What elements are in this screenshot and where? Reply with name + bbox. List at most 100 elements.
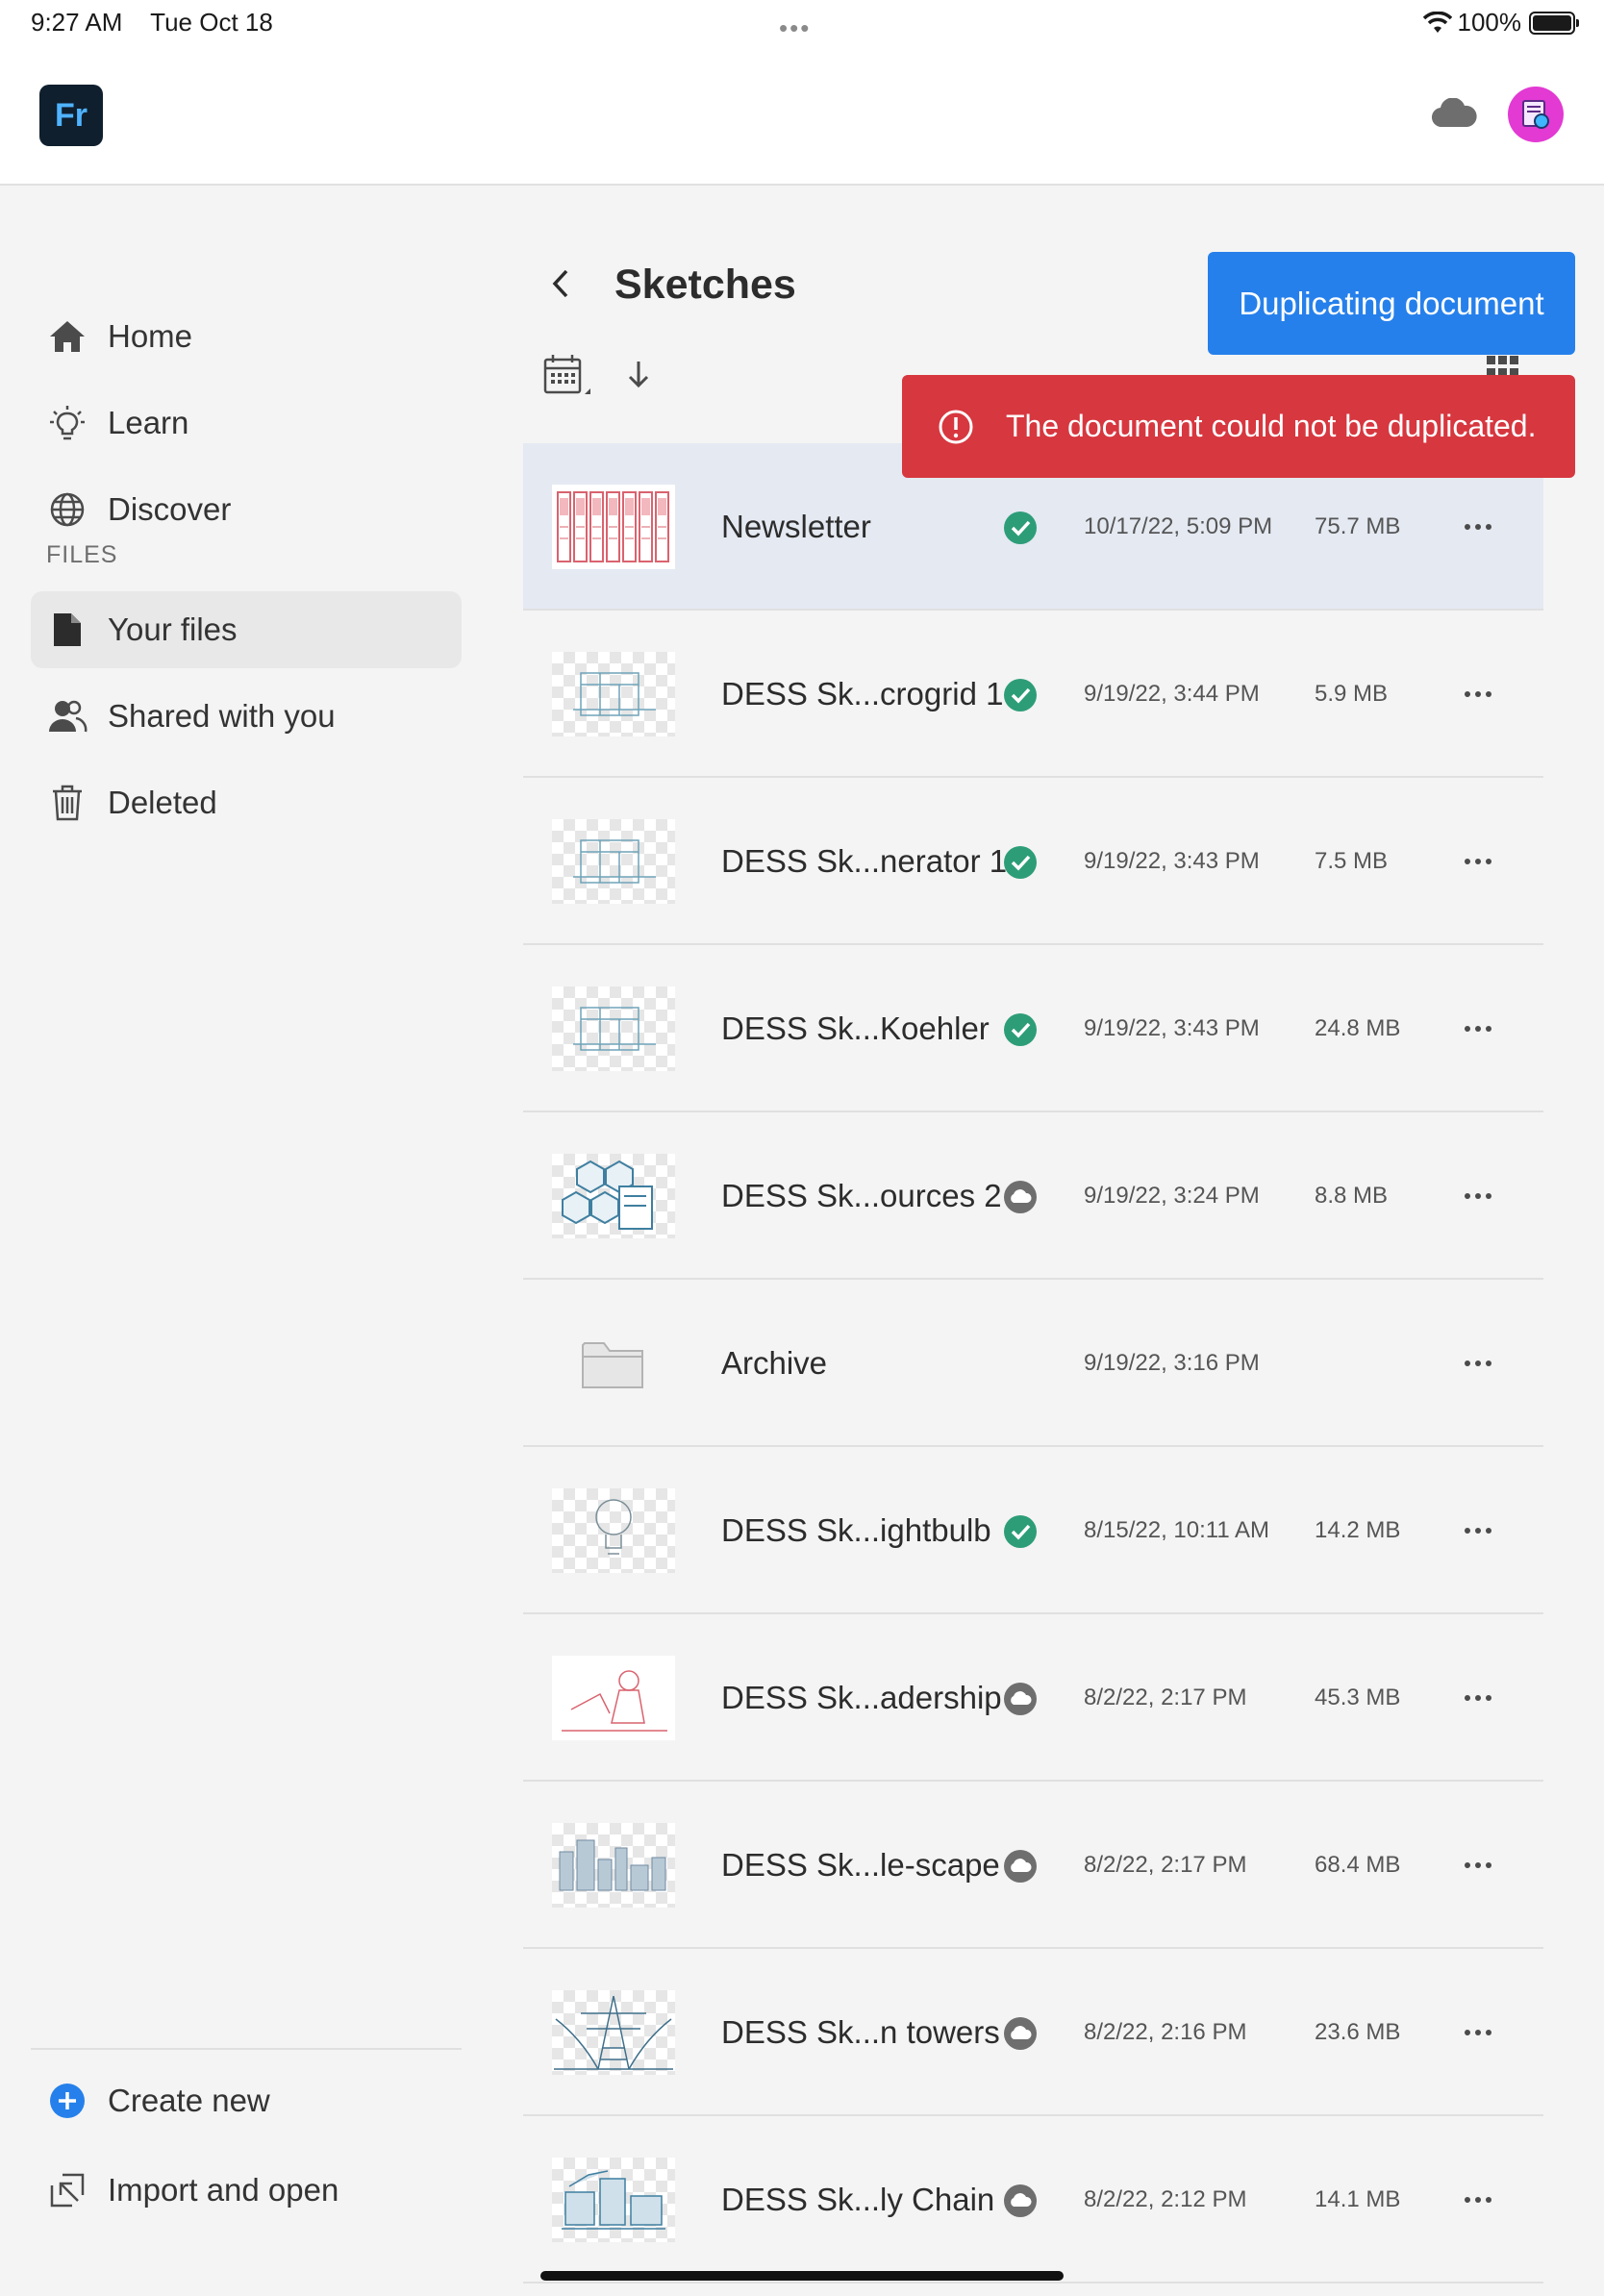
home-indicator[interactable] (540, 2271, 1064, 2281)
file-date: 8/2/22, 2:12 PM (1084, 2186, 1247, 2212)
file-date: 8/2/22, 2:17 PM (1084, 1852, 1247, 1878)
import-and-open-button[interactable]: Import and open (31, 2152, 462, 2229)
status-time: 9:27 AM (31, 8, 123, 37)
cloud-status-icon (1004, 1683, 1037, 1715)
file-date: 8/2/22, 2:16 PM (1084, 2019, 1247, 2045)
home-icon (46, 315, 88, 358)
file-name: DESS Sk...crogrid 1 (721, 676, 1004, 711)
file-row[interactable]: DESS Sk...adership 8/2/22, 2:17 PM 45.3 MB (523, 1614, 1543, 1782)
more-options-button[interactable] (1462, 1012, 1494, 1045)
app-logo[interactable]: Fr (39, 85, 103, 146)
cloud-status-icon (1004, 2017, 1037, 2050)
file-size: 14.1 MB (1315, 2186, 1401, 2212)
file-row[interactable]: DESS Sk...le-scape 8/2/22, 2:17 PM 68.4 MB (523, 1782, 1543, 1949)
plus-circle-icon (46, 2080, 88, 2122)
more-icon (1465, 1528, 1491, 1534)
more-icon (1465, 859, 1491, 864)
document-icon (46, 609, 88, 651)
chevron-left-icon (552, 269, 568, 298)
more-icon (1465, 1193, 1491, 1199)
file-name: DESS Sk...ources 2 (721, 1178, 1002, 1213)
wifi-icon (1422, 11, 1452, 33)
file-row[interactable]: DESS Sk...ly Chain 8/2/22, 2:12 PM 14.1 MB (523, 2116, 1543, 2284)
globe-icon (46, 488, 88, 531)
file-date: 9/19/22, 3:43 PM (1084, 848, 1260, 874)
synced-icon (1004, 846, 1037, 879)
more-options-button[interactable] (1462, 1180, 1494, 1212)
sidebar-item-label: Deleted (108, 785, 217, 820)
file-row[interactable]: DESS Sk...crogrid 1 9/19/22, 3:44 PM 5.9 M… (523, 611, 1543, 778)
import-icon (46, 2169, 88, 2211)
sidebar-item-home[interactable]: Home (31, 298, 462, 375)
file-row[interactable]: Archive 9/19/22, 3:16 PM (523, 1280, 1543, 1447)
sidebar-item-learn[interactable]: Learn (31, 385, 462, 462)
file-name: Newsletter (721, 509, 871, 544)
more-icon (1465, 2030, 1491, 2035)
file-row[interactable]: DESS Sk...ightbulb 8/15/22, 10:11 AM 14.2 … (523, 1447, 1543, 1614)
file-row[interactable]: DESS Sk...Koehler 9/19/22, 3:43 PM 24.8 MB (523, 945, 1543, 1112)
sort-direction-button[interactable] (625, 356, 652, 394)
cloud-sync-icon[interactable] (1431, 98, 1477, 129)
more-icon (1465, 2197, 1491, 2203)
duplicating-toast-text: Duplicating document (1239, 285, 1544, 321)
battery-icon (1529, 11, 1579, 35)
more-options-button[interactable] (1462, 1682, 1494, 1714)
sidebar-item-label: Shared with you (108, 698, 336, 734)
sidebar-item-label: Your files (108, 611, 238, 647)
more-options-button[interactable] (1462, 2016, 1494, 2049)
file-date: 9/19/22, 3:24 PM (1084, 1183, 1260, 1209)
synced-icon (1004, 512, 1037, 544)
more-options-button[interactable] (1462, 845, 1494, 878)
more-icon (1465, 1360, 1491, 1366)
arrow-down-icon (628, 362, 649, 388)
more-icon (1465, 1862, 1491, 1868)
more-options-button[interactable] (1462, 1347, 1494, 1380)
file-row[interactable]: DESS Sk...ources 2 9/19/22, 3:24 PM 8.8 MB (523, 1112, 1543, 1280)
file-date: 8/15/22, 10:11 AM (1084, 1517, 1270, 1543)
file-thumbnail (552, 2158, 675, 2242)
file-name: DESS Sk...ightbulb (721, 1512, 991, 1548)
more-options-button[interactable] (1462, 511, 1494, 543)
file-name: Archive (721, 1345, 828, 1381)
import-and-open-label: Import and open (108, 2172, 339, 2208)
multitasking-dots[interactable]: ••• (779, 13, 811, 43)
file-size: 68.4 MB (1315, 1852, 1401, 1878)
create-new-button[interactable]: Create new (31, 2062, 462, 2139)
file-size: 45.3 MB (1315, 1685, 1401, 1710)
duplicating-toast: Duplicating document (1208, 252, 1575, 355)
file-thumbnail (552, 819, 675, 904)
back-button[interactable] (543, 264, 578, 303)
cloud-status-icon (1004, 1850, 1037, 1883)
file-row[interactable]: DESS Sk...nerator 1 9/19/22, 3:43 PM 7.5 M… (523, 778, 1543, 945)
more-icon (1465, 524, 1491, 530)
sidebar-divider (31, 2048, 462, 2050)
more-options-button[interactable] (1462, 2184, 1494, 2216)
sidebar-item-shared-with-you[interactable]: Shared with you (31, 678, 462, 755)
sidebar-item-deleted[interactable]: Deleted (31, 764, 462, 841)
trash-icon (46, 782, 88, 824)
file-thumbnail (552, 1488, 675, 1573)
file-size: 14.2 MB (1315, 1517, 1401, 1543)
synced-icon (1004, 1013, 1037, 1046)
file-name: DESS Sk...n towers (721, 2014, 1000, 2050)
sidebar-item-discover[interactable]: Discover (31, 471, 462, 548)
people-icon (46, 695, 88, 737)
file-size: 23.6 MB (1315, 2019, 1401, 2045)
more-options-button[interactable] (1462, 678, 1494, 711)
sidebar-item-label: Discover (108, 491, 232, 527)
sort-by-date-button[interactable] (542, 352, 590, 404)
file-name: DESS Sk...Koehler (721, 1011, 990, 1046)
more-options-button[interactable] (1462, 1514, 1494, 1547)
more-options-button[interactable] (1462, 1849, 1494, 1882)
file-row[interactable]: DESS Sk...n towers 8/2/22, 2:16 PM 23.6 MB (523, 1949, 1543, 2116)
page-title: Sketches (614, 262, 796, 308)
files-section-label: FILES (46, 541, 118, 568)
file-thumbnail (552, 1990, 675, 2075)
calendar-icon (543, 355, 590, 394)
sidebar-item-your-files[interactable]: Your files (31, 591, 462, 668)
avatar[interactable] (1508, 87, 1564, 142)
file-name: DESS Sk...adership (721, 1680, 1002, 1715)
grid-view-button[interactable] (1487, 356, 1519, 377)
file-size: 7.5 MB (1315, 848, 1389, 874)
more-icon (1465, 1695, 1491, 1701)
